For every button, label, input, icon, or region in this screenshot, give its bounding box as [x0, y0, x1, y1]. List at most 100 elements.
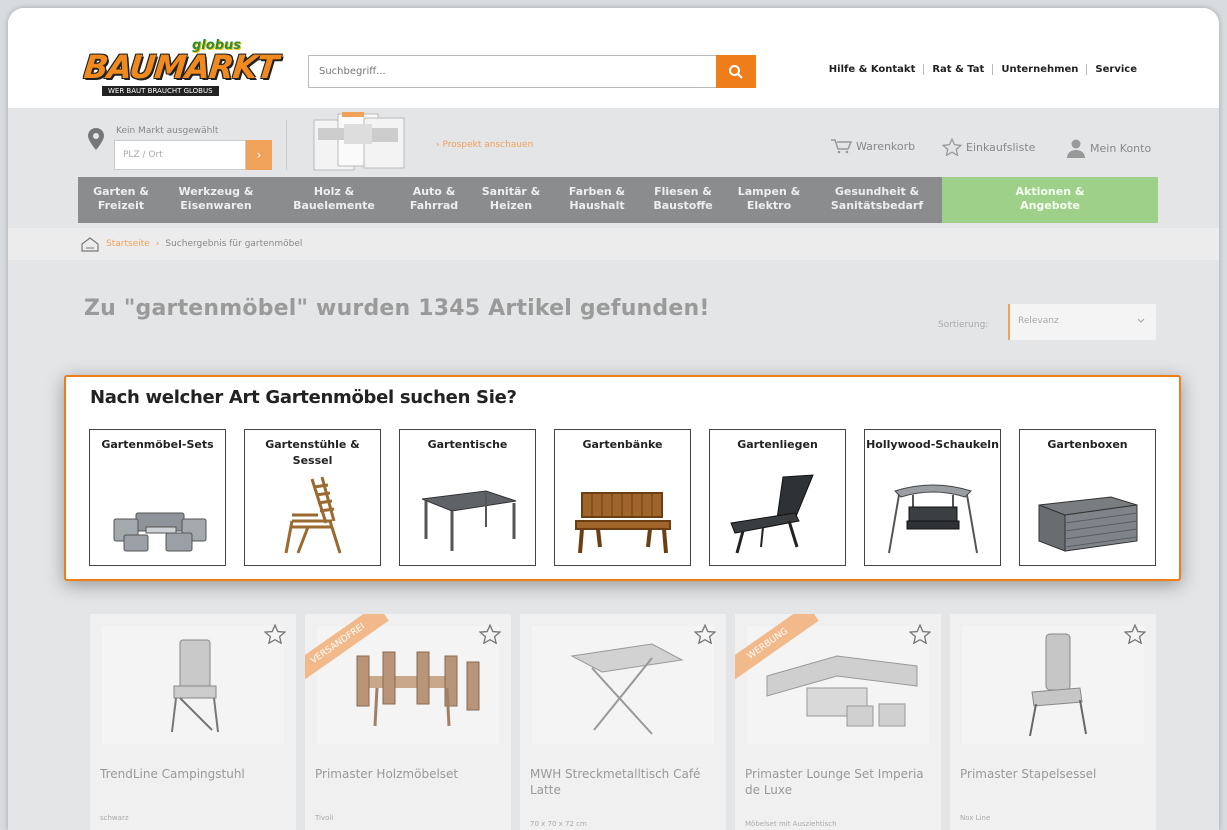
nav-item-line2: Haushalt — [569, 199, 625, 212]
plz-input[interactable]: PLZ / Ort — [114, 140, 246, 170]
swing-icon — [887, 484, 978, 554]
market-go-button[interactable]: › — [246, 140, 272, 170]
product-name[interactable]: Primaster Stapelsessel — [960, 766, 1150, 782]
breadcrumb-current: Suchergebnis für gartenmöbel — [165, 239, 303, 249]
nav-item-line1: Aktionen & — [1015, 185, 1085, 198]
wishlist-star-icon[interactable] — [264, 624, 286, 644]
category-label: Gartenmöbel-Sets — [101, 438, 214, 451]
nav-item-9[interactable]: Gesundheit & Sanitätsbedarf — [812, 177, 942, 223]
chevron-down-icon — [1137, 318, 1145, 323]
wishlist-star-icon[interactable] — [1124, 624, 1146, 644]
account-link[interactable]: Mein Konto — [1066, 138, 1151, 158]
storage-box-icon — [1038, 496, 1137, 552]
category-gartenbaenke[interactable]: Gartenbänke — [554, 429, 691, 566]
nav-item-line2: Freizeit — [97, 199, 145, 212]
nav-item-5[interactable]: Sanitär & Heizen — [468, 177, 554, 223]
metal-table-image — [570, 643, 684, 735]
ribbon-werbung: WERBUNG — [735, 614, 819, 684]
product-card[interactable]: Primaster Stapelsessel Nox Line — [950, 614, 1156, 830]
search-button[interactable] — [716, 55, 756, 88]
category-label: Gartenstühle & Sessel — [265, 438, 360, 467]
category-label: Gartenboxen — [1047, 438, 1128, 451]
nav-item-line2: Sanitätsbedarf — [830, 199, 924, 212]
product-card[interactable]: WERBUNG Primaster Lounge Set Imperia de … — [735, 614, 941, 830]
nav-item-8[interactable]: Lampen & Elektro — [726, 177, 812, 223]
product-card[interactable]: MWH Streckmetalltisch Café Latte 70 x 70… — [520, 614, 726, 830]
nav-item-line2: Bauelemente — [293, 199, 375, 212]
nav-item-2[interactable]: Werkzeug & Eisenwaren — [164, 177, 268, 223]
category-gartenboxen[interactable]: Gartenboxen — [1019, 429, 1156, 566]
star-icon — [942, 138, 962, 156]
location-pin-icon — [88, 128, 104, 150]
nav-item-6[interactable]: Farben & Haushalt — [554, 177, 640, 223]
cart-link[interactable]: Warenkorb — [830, 138, 915, 154]
category-gartenstuehle-sessel[interactable]: Gartenstühle & Sessel — [244, 429, 381, 566]
main-navigation: Garten & Freizeit Werkzeug & Eisenwaren Holz… — [78, 177, 1158, 223]
top-links: Hilfe & Kontakt Rat & Tat Unternehmen Se… — [821, 64, 1145, 75]
sort-select[interactable]: Relevanz — [1008, 304, 1156, 340]
nav-item-10[interactable]: Aktionen & Angebote — [942, 177, 1158, 223]
nav-item-line1: Farben & — [568, 185, 626, 198]
browser-frame: globus BAUMARKT WER BAUT BRAUCHT GLOBUS … — [8, 8, 1219, 830]
sun-lounger-icon — [729, 474, 814, 554]
nav-item-1[interactable]: Garten & Freizeit — [78, 177, 164, 223]
sort-value: Relevanz — [1018, 316, 1059, 326]
nav-item-line1: Gesundheit & — [834, 185, 920, 198]
nav-item-line2: Angebote — [1020, 199, 1080, 212]
wishlist-link[interactable]: Einkaufsliste — [942, 138, 1035, 156]
breadcrumb: Startseite › Suchergebnis für gartenmöbe… — [8, 228, 1219, 260]
garden-chair-icon — [284, 476, 341, 554]
nav-item-line1: Auto & — [412, 185, 456, 198]
category-gartentische[interactable]: Gartentische — [399, 429, 536, 566]
ribbon-clip: VERSANDFREI — [305, 614, 511, 830]
product-subtitle: Tivoli — [315, 814, 334, 822]
nav-item-7[interactable]: Fliesen & Baustoffe — [640, 177, 726, 223]
product-name[interactable]: MWH Streckmetalltisch Café Latte — [530, 766, 720, 798]
ribbon-versandfrei: VERSANDFREI — [305, 614, 389, 684]
logo-tagline: WER BAUT BRAUCHT GLOBUS — [102, 86, 219, 96]
sort-label: Sortierung: — [938, 320, 989, 330]
product-name[interactable]: Primaster Lounge Set Imperia de Luxe — [745, 766, 935, 798]
nav-item-line2: Heizen — [489, 199, 533, 212]
link-hilfe-kontakt[interactable]: Hilfe & Kontakt — [821, 64, 924, 75]
product-name[interactable]: TrendLine Campingstuhl — [100, 766, 290, 782]
category-gartenmoebel-sets[interactable]: Gartenmöbel-Sets — [89, 429, 226, 566]
breadcrumb-home[interactable]: Startseite — [106, 239, 150, 249]
wishlist-star-icon[interactable] — [694, 624, 716, 644]
panel-question: Nach welcher Art Gartenmöbel suchen Sie? — [90, 387, 517, 408]
nav-item-line1: Werkzeug & — [178, 185, 254, 198]
product-name[interactable]: Primaster Holzmöbelset — [315, 766, 505, 782]
baumarkt-logo[interactable]: globus BAUMARKT WER BAUT BRAUCHT GLOBUS — [82, 30, 280, 100]
wishlist-star-icon[interactable] — [909, 624, 931, 644]
nav-item-line2: Baustoffe — [653, 199, 713, 212]
cart-icon — [831, 139, 852, 154]
category-label: Gartenliegen — [737, 438, 818, 451]
home-icon[interactable] — [80, 236, 100, 252]
wishlist-star-icon[interactable] — [479, 624, 501, 644]
nav-item-4[interactable]: Auto & Fahrrad — [400, 177, 468, 223]
prospekt-link[interactable]: › Prospekt anschauen — [436, 140, 533, 150]
logo-wordmark: BAUMARKT — [82, 48, 280, 86]
prospekt-thumbnail[interactable] — [308, 110, 408, 172]
product-image[interactable] — [102, 626, 284, 744]
chevron-right-icon: › — [155, 239, 160, 249]
link-service[interactable]: Service — [1086, 64, 1145, 75]
category-gartenliegen[interactable]: Gartenliegen — [709, 429, 846, 566]
nav-item-line1: Lampen & — [737, 185, 801, 198]
category-label: Gartentische — [427, 438, 508, 451]
garden-table-icon — [421, 490, 516, 551]
product-image[interactable] — [532, 626, 714, 744]
user-icon — [1067, 139, 1085, 158]
product-card[interactable]: TrendLine Campingstuhl schwarz — [90, 614, 296, 830]
search-input[interactable] — [309, 56, 709, 87]
product-card[interactable]: VERSANDFREI Primaster Holzmöbelset Tivol… — [305, 614, 511, 830]
nav-item-3[interactable]: Holz & Bauelemente — [268, 177, 400, 223]
category-hollywood-schaukeln[interactable]: Hollywood-Schaukeln — [864, 429, 1001, 566]
product-image[interactable] — [962, 626, 1144, 744]
product-subtitle: schwarz — [100, 814, 129, 822]
link-unternehmen[interactable]: Unternehmen — [992, 64, 1086, 75]
product-subtitle: Nox Line — [960, 814, 991, 822]
wishlist-label: Einkaufsliste — [966, 140, 1036, 154]
product-subtitle: Möbelset mit Ausziehtisch — [745, 820, 837, 828]
link-rat-tat[interactable]: Rat & Tat — [923, 64, 992, 75]
